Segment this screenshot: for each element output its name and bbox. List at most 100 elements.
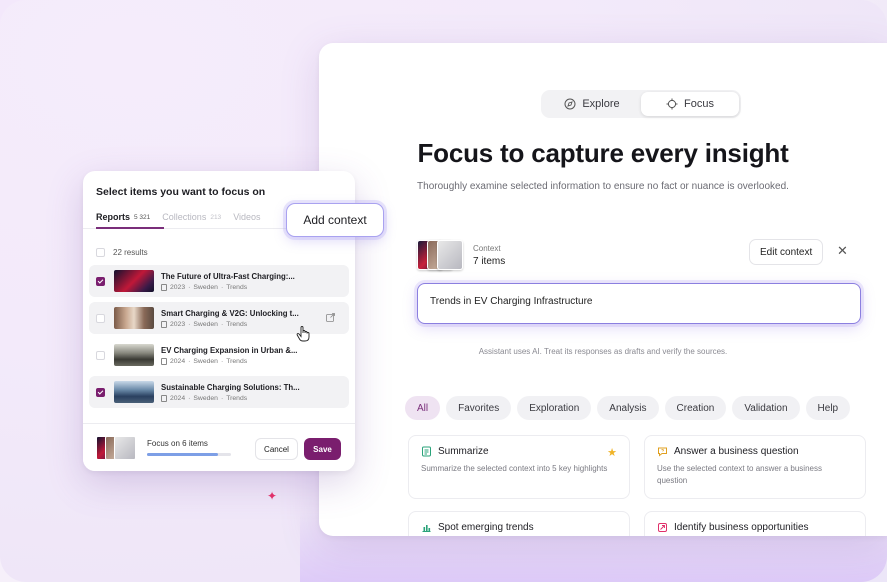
selected-thumbnails — [96, 436, 136, 460]
target-icon — [658, 523, 667, 532]
item-country: Sweden — [193, 357, 218, 365]
list-item[interactable]: Sustainable Charging Solutions: Th... 20… — [89, 376, 349, 408]
item-country: Sweden — [193, 283, 218, 291]
hand-cursor-icon — [296, 326, 310, 342]
item-thumbnail — [114, 344, 154, 366]
tab-collections[interactable]: Collections 213 — [162, 212, 221, 222]
context-count: 7 items — [473, 255, 506, 267]
item-checkbox[interactable] — [96, 276, 105, 286]
ai-disclaimer: Assistant uses AI. Treat its responses a… — [478, 347, 728, 356]
item-year: 2024 — [170, 394, 186, 402]
focus-count: 6 items — [182, 439, 208, 448]
star-icon[interactable]: ★ — [607, 446, 617, 459]
card-summarize[interactable]: Summarize Summarize the selected context… — [408, 435, 630, 499]
item-type: Trends — [226, 320, 248, 328]
item-thumbnail — [114, 307, 154, 329]
selector-tabs: Reports 5 321 Collections 213 Videos — [96, 212, 261, 222]
filter-chip-favorites[interactable]: Favorites — [446, 396, 512, 420]
selector-footer: Focus on 6 items Cancel Save — [83, 423, 355, 471]
filter-chip-exploration[interactable]: Exploration — [517, 396, 592, 420]
card-business-opportunities[interactable]: Identify business opportunities — [644, 511, 866, 536]
item-checkbox[interactable] — [96, 387, 105, 397]
page-subtitle: Thoroughly examine selected information … — [417, 181, 789, 192]
item-title: EV Charging Expansion in Urban &... — [161, 345, 298, 355]
cancel-button[interactable]: Cancel — [255, 438, 298, 460]
tab-label: Collections — [162, 212, 207, 222]
page-title: Focus to capture every insight — [417, 138, 789, 168]
item-year: 2023 — [170, 320, 186, 328]
select-all-checkbox[interactable] — [96, 248, 105, 257]
summarize-icon — [422, 446, 431, 457]
focus-tab[interactable]: Focus — [641, 92, 739, 116]
tab-label: Videos — [233, 212, 261, 222]
filter-chip-analysis[interactable]: Analysis — [597, 396, 659, 420]
filter-chip-all[interactable]: All — [405, 396, 441, 420]
tab-count: 5 321 — [134, 213, 151, 221]
card-title: Answer a business question — [674, 446, 799, 457]
list-item[interactable]: Smart Charging & V2G: Unlocking t... 202… — [89, 302, 349, 334]
item-year: 2024 — [170, 357, 186, 365]
crosshair-icon — [666, 98, 678, 110]
tab-videos[interactable]: Videos — [233, 212, 260, 222]
tab-reports[interactable]: Reports 5 321 — [96, 212, 150, 222]
focus-summary: Focus on 6 items — [147, 439, 208, 448]
results-count: 22 results — [113, 248, 148, 257]
tab-label: Reports — [96, 212, 131, 222]
item-title: Smart Charging & V2G: Unlocking t... — [161, 308, 299, 318]
item-country: Sweden — [193, 320, 218, 328]
item-type: Trends — [226, 357, 248, 365]
filter-chip-validation[interactable]: Validation — [732, 396, 800, 420]
card-title: Spot emerging trends — [438, 522, 534, 533]
focus-prefix: Focus on — [147, 439, 180, 448]
list-item[interactable]: EV Charging Expansion in Urban &... 2024… — [89, 339, 349, 371]
close-icon[interactable]: ✕ — [837, 243, 848, 259]
edit-context-button[interactable]: Edit context — [749, 239, 824, 265]
card-emerging-trends[interactable]: Spot emerging trends — [408, 511, 630, 536]
item-type: Trends — [226, 283, 248, 291]
item-year: 2023 — [170, 283, 186, 291]
filter-chip-help[interactable]: Help — [805, 396, 851, 420]
results-row: 22 results — [96, 248, 148, 257]
focus-label: Focus — [684, 98, 714, 110]
item-title: Sustainable Charging Solutions: Th... — [161, 382, 300, 392]
context-summary: Context 7 items Edit context ✕ — [417, 233, 859, 277]
chat-question-icon — [658, 447, 667, 457]
card-answer-question[interactable]: Answer a business question Use the selec… — [644, 435, 866, 499]
selector-title: Select items you want to focus on — [96, 186, 266, 198]
background-frame: Explore Focus Focus to capture every ins… — [0, 0, 887, 582]
add-context-button[interactable]: Add context — [286, 203, 384, 237]
sparkle-icon: ✦ — [267, 489, 278, 503]
item-thumbnail — [114, 381, 154, 403]
card-description: Summarize the selected context into 5 ke… — [421, 464, 608, 473]
card-title: Identify business opportunities — [674, 522, 809, 533]
context-thumbnails — [417, 240, 465, 270]
item-checkbox[interactable] — [96, 350, 105, 360]
query-input[interactable]: Trends in EV Charging Infrastructure — [417, 283, 861, 324]
filter-chips: All Favorites Exploration Analysis Creat… — [405, 396, 851, 420]
explore-tab[interactable]: Explore — [543, 92, 641, 116]
item-country: Sweden — [193, 394, 218, 402]
card-title: Summarize — [438, 446, 489, 457]
save-button[interactable]: Save — [304, 438, 341, 460]
item-thumbnail — [114, 270, 154, 292]
tab-count: 213 — [210, 213, 222, 221]
mode-switch: Explore Focus — [541, 90, 741, 118]
focus-progress-bar — [147, 453, 231, 456]
explore-label: Explore — [582, 98, 620, 110]
bar-chart-icon — [422, 525, 431, 532]
document-icon — [161, 283, 167, 291]
focus-panel: Explore Focus Focus to capture every ins… — [319, 43, 887, 536]
list-item[interactable]: The Future of Ultra-Fast Charging:... 20… — [89, 265, 349, 297]
document-icon — [161, 394, 167, 402]
context-label: Context — [473, 243, 501, 253]
document-icon — [161, 357, 167, 365]
external-link-icon[interactable] — [326, 313, 335, 322]
document-icon — [161, 320, 167, 328]
card-description: Use the selected context to answer a bus… — [657, 464, 822, 485]
active-tab-indicator — [96, 227, 164, 229]
item-checkbox[interactable] — [96, 313, 105, 323]
filter-chip-creation[interactable]: Creation — [664, 396, 727, 420]
item-title: The Future of Ultra-Fast Charging:... — [161, 271, 295, 281]
compass-icon — [564, 98, 576, 110]
focus-progress-fill — [147, 453, 219, 456]
